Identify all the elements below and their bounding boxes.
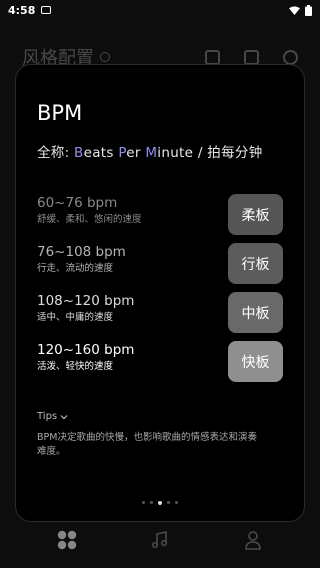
page-indicator (16, 500, 304, 505)
chevron-down-icon (60, 414, 68, 419)
battery-icon (305, 4, 312, 16)
music-note-icon (151, 531, 168, 549)
nav-profile[interactable] (241, 528, 265, 552)
nav-home[interactable] (55, 528, 79, 552)
subtitle-letter-m: M (145, 145, 158, 161)
subtitle-prefix: 全称: (37, 145, 75, 161)
notification-app-icon (41, 6, 52, 14)
user-icon (245, 531, 262, 550)
bottom-nav (0, 528, 320, 552)
history-icon (283, 49, 298, 65)
card-subtitle: 全称: Beats Per Minute / 拍每分钟 (37, 141, 263, 161)
header-actions (205, 49, 298, 65)
tempo-row-allegro: 120~160 bpm 活泼、轻快的速度 快板 (37, 341, 283, 382)
subtitle-word-minute: inute (157, 145, 194, 161)
tempo-row-moderato: 108~120 bpm 适中、中庸的速度 中板 (37, 292, 283, 333)
tips-label: Tips (37, 411, 58, 422)
help-icon (100, 52, 110, 62)
tempo-button-xingban[interactable]: 行板 (228, 243, 283, 284)
page-dot (175, 501, 178, 504)
scan-icon (244, 49, 259, 65)
page-dot (150, 501, 153, 504)
page-dot-active (158, 500, 162, 505)
tips-text: BPM决定歌曲的快慢，也影响歌曲的情感表达和演奏难度。 (37, 432, 257, 457)
page-dot (142, 501, 145, 504)
status-bar: 4:58 (0, 0, 320, 20)
tempo-button-zhongban[interactable]: 中板 (228, 292, 283, 333)
subtitle-suffix: / 拍每分钟 (193, 145, 263, 161)
nav-music[interactable] (148, 528, 172, 552)
status-time: 4:58 (8, 3, 36, 17)
bpm-info-card: BPM 全称: Beats Per Minute / 拍每分钟 60~76 bp… (15, 64, 305, 522)
save-icon (205, 49, 220, 65)
tempo-row-largo: 60~76 bpm 舒缓、柔和、悠闲的速度 柔板 (37, 194, 283, 235)
page-dot (167, 501, 170, 504)
tempo-button-kuaiban[interactable]: 快板 (228, 341, 283, 382)
card-title: BPM (37, 101, 83, 125)
subtitle-letter-b: B (74, 145, 84, 161)
wifi-icon (289, 5, 300, 15)
tempo-button-rouban[interactable]: 柔板 (228, 194, 283, 235)
subtitle-word-per: er (126, 145, 146, 161)
tempo-row-andante: 76~108 bpm 行走、流动的速度 行板 (37, 243, 283, 284)
subtitle-word-beats: eats (83, 145, 119, 161)
grid-icon (57, 530, 76, 550)
status-icons (289, 4, 312, 16)
tips-toggle[interactable]: Tips (37, 411, 68, 422)
